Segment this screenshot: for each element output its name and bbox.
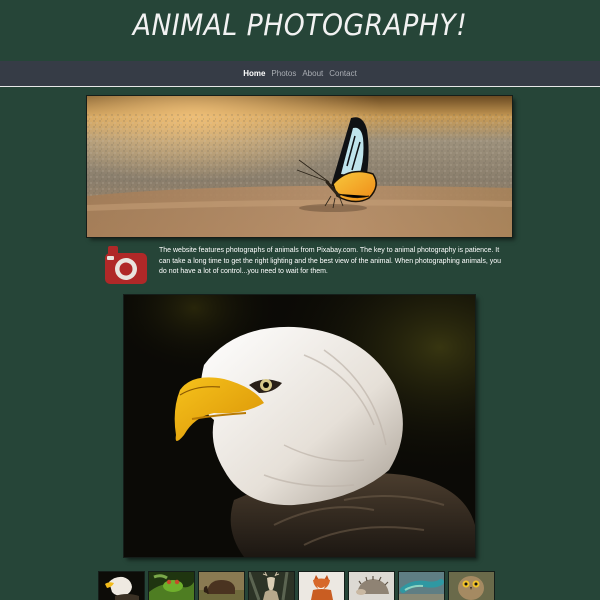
thumbnail-bison[interactable] [199,572,244,600]
nav-photos-link[interactable]: Photos [271,69,296,78]
thumbnail-frog[interactable] [149,572,194,600]
page: ANIMAL PHOTOGRAPHY! Home Photos About Co… [0,0,600,600]
thumbnail-deer[interactable] [249,572,294,600]
site-title: ANIMAL PHOTOGRAPHY! [132,8,468,42]
thumbnail-strip [99,572,499,600]
owl-thumbnail-image [449,572,494,600]
thumbnail-hedgehog[interactable] [349,572,394,600]
hero-butterfly-image [87,96,512,237]
hedgehog-thumbnail-image [349,572,394,600]
thumbnail-eagle[interactable] [99,572,144,600]
butterfly-photo [87,96,512,237]
bison-thumbnail-image [199,572,244,600]
eagle-thumbnail-image [99,572,144,600]
nav-about-link[interactable]: About [302,69,323,78]
navbar: Home Photos About Contact [0,61,600,87]
thumbnail-fox[interactable] [299,572,344,600]
bald-eagle-photo [124,295,475,557]
lizard-thumbnail-image [399,572,444,600]
intro-text: The website features photographs of anim… [159,247,502,275]
thumbnail-lizard[interactable] [399,572,444,600]
fox-thumbnail-image [299,572,344,600]
site-header: ANIMAL PHOTOGRAPHY! [0,0,600,60]
intro-section: The website features photographs of anim… [103,242,513,288]
main-eagle-image[interactable] [124,295,475,557]
nav-home-link[interactable]: Home [243,69,265,78]
frog-thumbnail-image [149,572,194,600]
camera-icon [105,246,147,284]
deer-thumbnail-image [249,572,294,600]
thumbnail-owl[interactable] [449,572,494,600]
nav-contact-link[interactable]: Contact [329,69,357,78]
